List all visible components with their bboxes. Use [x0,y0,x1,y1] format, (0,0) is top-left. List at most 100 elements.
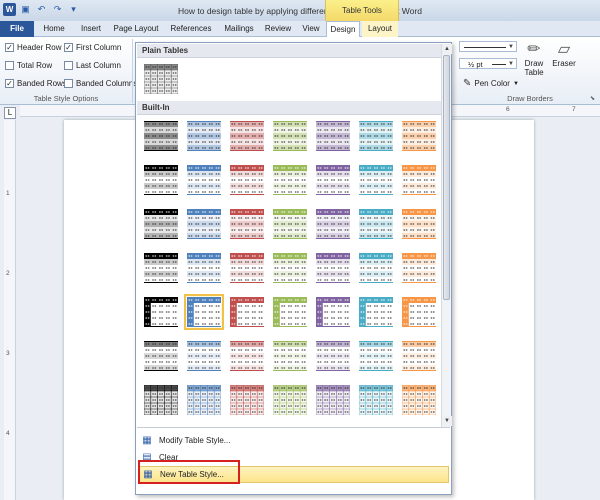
table-style-thumbnail[interactable] [270,250,310,286]
first-column-checkbox[interactable]: ✓ First Column [64,43,121,52]
table-style-thumbnail[interactable] [313,294,353,330]
chevron-down-icon: ▼ [508,61,514,67]
table-style-thumbnail[interactable] [227,250,267,286]
scroll-up-icon[interactable]: ▲ [442,44,452,54]
checkmark-icon: ✓ [5,79,14,88]
table-style-thumbnail[interactable] [141,382,181,418]
table-style-thumbnail[interactable] [270,382,310,418]
table-style-thumbnail[interactable] [270,206,310,242]
pen-icon: ✎ [463,78,472,89]
tab-mailings[interactable]: Mailings [218,21,260,37]
eraser-icon: ▱ [557,41,571,58]
tab-references[interactable]: References [164,21,218,37]
table-style-thumbnail[interactable] [313,118,353,154]
window-title: How to design table by applying differen… [178,6,422,16]
eraser-button[interactable]: ▱ Eraser [549,41,579,68]
table-style-thumbnail[interactable] [270,118,310,154]
table-style-thumbnail[interactable] [356,250,396,286]
table-style-thumbnail[interactable] [313,382,353,418]
checkmark-icon: ✓ [64,43,73,52]
checkmark-icon: ✓ [5,43,14,52]
chevron-down-icon: ▼ [508,44,514,50]
scroll-down-icon[interactable]: ▼ [442,416,452,426]
table-style-thumbnail[interactable] [270,338,310,374]
tab-design[interactable]: Design [326,21,360,38]
plain-table-style[interactable] [141,61,181,97]
table-style-thumbnail[interactable] [399,206,439,242]
table-style-thumbnail[interactable] [227,206,267,242]
red-highlight-box [138,460,240,484]
table-style-thumbnail[interactable] [399,250,439,286]
table-style-thumbnail[interactable] [141,162,181,198]
table-style-thumbnail[interactable] [141,206,181,242]
modify-table-style-item[interactable]: ▦ Modify Table Style... [139,432,449,449]
table-style-thumbnail[interactable] [227,118,267,154]
dialog-launcher-icon[interactable]: ⬊ [590,95,595,102]
table-style-thumbnail[interactable] [313,250,353,286]
table-style-thumbnail[interactable] [313,338,353,374]
table-style-thumbnail[interactable] [227,294,267,330]
table-style-thumbnail[interactable] [356,118,396,154]
table-style-thumbnail[interactable] [356,338,396,374]
tab-view[interactable]: View [296,21,326,37]
table-style-thumbnail[interactable] [270,162,310,198]
table-style-thumbnail[interactable] [227,382,267,418]
title-bar: W ▣ ↶ ↷ ▾ How to design table by applyin… [0,0,600,21]
tab-home[interactable]: Home [36,21,72,37]
tab-page-layout[interactable]: Page Layout [108,21,164,37]
vertical-ruler[interactable]: 1 2 3 4 [4,120,16,500]
pen-color-button[interactable]: ✎ Pen Color ▼ [463,78,519,89]
table-style-thumbnail[interactable] [184,162,224,198]
table-style-thumbnail[interactable] [399,118,439,154]
table-style-thumbnail[interactable] [141,118,181,154]
line-weight-dropdown[interactable]: ½ pt ▼ [459,58,517,69]
built-in-header: Built-In [137,101,442,115]
table-style-thumbnail[interactable] [184,250,224,286]
table-style-thumbnail[interactable] [313,162,353,198]
table-style-thumbnail[interactable] [399,338,439,374]
table-style-thumbnail[interactable] [270,294,310,330]
table-style-thumbnail[interactable] [356,162,396,198]
table-style-thumbnail[interactable] [356,206,396,242]
draw-borders-label: Draw Borders [507,94,553,103]
table-style-thumbnail[interactable] [227,338,267,374]
table-style-thumbnail[interactable] [356,382,396,418]
table-style-thumbnail[interactable] [184,118,224,154]
table-style-thumbnail[interactable] [141,294,181,330]
table-style-thumbnail[interactable] [184,206,224,242]
banded-rows-checkbox[interactable]: ✓ Banded Rows [5,79,67,88]
table-style-options-label: Table Style Options [33,94,99,103]
tab-layout[interactable]: Layout [362,21,398,37]
table-style-thumbnail[interactable] [227,162,267,198]
table-style-thumbnail[interactable] [141,338,181,374]
last-column-checkbox[interactable]: Last Column [64,61,121,70]
total-row-checkbox[interactable]: Total Row [5,61,52,70]
pencil-icon: ✏ [527,41,541,58]
plain-tables-header: Plain Tables [137,44,442,58]
draw-table-button[interactable]: ✏ Draw Table [521,41,547,77]
group-separator [132,39,133,103]
tab-review[interactable]: Review [260,21,296,37]
table-style-thumbnail[interactable] [184,338,224,374]
draw-borders-group: ▼ ½ pt ▼ ✎ Pen Color ▼ ✏ Draw Table ▱ Eraser … [455,37,600,105]
tab-insert[interactable]: Insert [74,21,108,37]
gallery-scrollbar[interactable]: ▲ ▼ [441,44,452,427]
table-style-thumbnail[interactable] [184,294,224,330]
table-style-thumbnail[interactable] [399,382,439,418]
scroll-thumb[interactable] [443,55,450,300]
line-style-dropdown[interactable]: ▼ [459,41,517,52]
table-style-thumbnail[interactable] [184,382,224,418]
tab-selector[interactable]: L [4,107,16,119]
table-styles-gallery: Plain Tables Built-In ▲ ▼ ▦ Modify Table … [135,42,452,495]
table-style-thumbnail[interactable] [399,162,439,198]
table-style-thumbnail[interactable] [141,250,181,286]
table-style-thumbnail[interactable] [313,206,353,242]
table-style-thumbnail[interactable] [399,294,439,330]
tab-file[interactable]: File [0,21,34,37]
modify-style-icon: ▦ [142,434,152,446]
header-row-checkbox[interactable]: ✓ Header Row [5,43,61,52]
banded-columns-checkbox[interactable]: Banded Columns [64,79,137,88]
ribbon-tabs: File Home Insert Page Layout References … [0,21,600,38]
table-tools-context-tab: Table Tools [325,0,399,21]
table-style-thumbnail[interactable] [356,294,396,330]
